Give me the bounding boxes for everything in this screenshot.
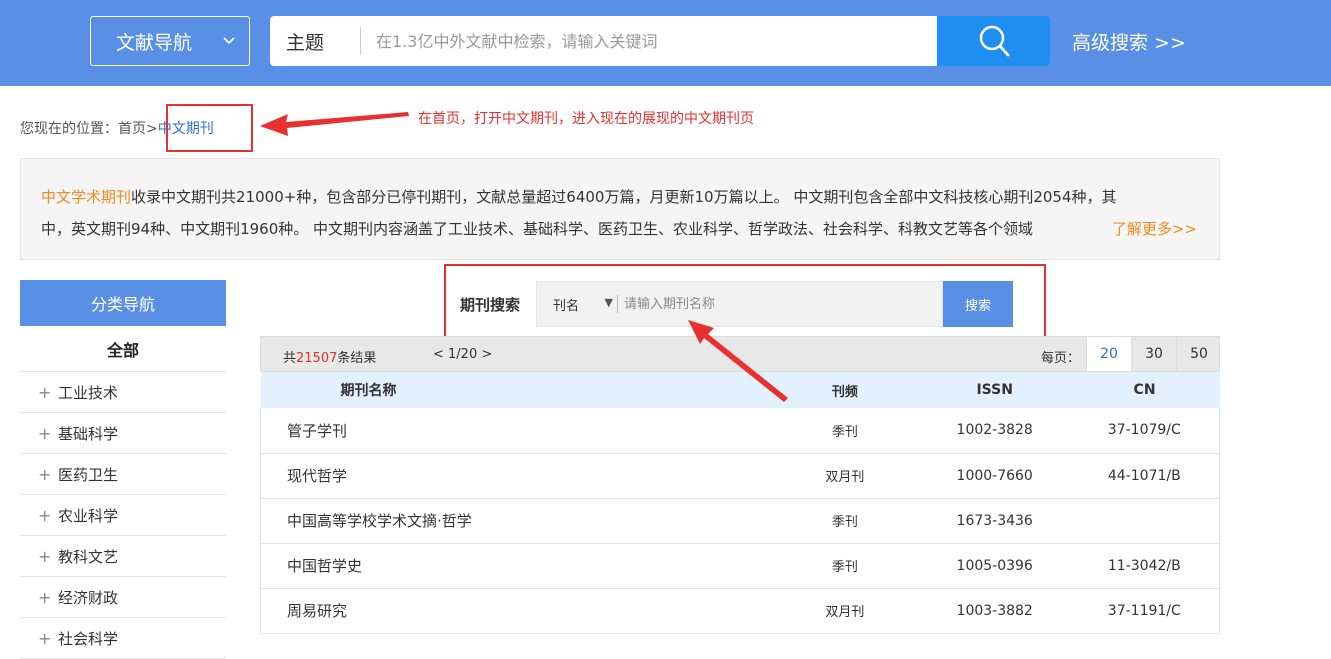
- table-row[interactable]: 周易研究 双月刊 1003-3882 37-1191/C: [260, 588, 1220, 634]
- intro-description-box: 中文学术期刊收录中文期刊共21000+种，包含部分已停刊期刊，文献总量超过640…: [20, 158, 1220, 260]
- result-count: 共21507条结果: [283, 347, 376, 366]
- journal-cn: 44-1071/B: [1069, 453, 1220, 499]
- sidebar-item-industrial-tech[interactable]: + 工业技术: [20, 372, 226, 413]
- expand-plus-icon: +: [38, 505, 52, 525]
- expand-plus-icon: +: [38, 382, 52, 402]
- annotation-arrow-breadcrumb: [260, 112, 409, 136]
- sidebar-item-all[interactable]: 全部: [20, 326, 226, 372]
- table-row[interactable]: 现代哲学 双月刊 1000-7660 44-1071/B: [260, 453, 1220, 499]
- top-header-bar: 文献导航 主题 高级搜索 >>: [0, 0, 1331, 86]
- sidebar-item-medicine[interactable]: + 医药卫生: [20, 454, 226, 495]
- column-header-issn[interactable]: ISSN: [919, 372, 1070, 408]
- table-row[interactable]: 中国高等学校学术文摘·哲学 季刊 1673-3436: [260, 498, 1220, 544]
- journal-table: 期刊名称 刊频 ISSN CN 管子学刊 季刊 1002-3828 37-107…: [260, 372, 1220, 634]
- page-size-20[interactable]: 20: [1086, 337, 1131, 371]
- expand-plus-icon: +: [38, 423, 52, 443]
- annotation-highlight-box-breadcrumb: [166, 104, 253, 152]
- category-sidebar: 分类导航 全部 + 工业技术 + 基础科学 + 医药卫生 + 农业科学 + 教科文艺 + 经…: [20, 280, 226, 659]
- sidebar-item-label: 农业科学: [58, 506, 119, 525]
- result-count-prefix: 共: [283, 351, 297, 366]
- search-icon: [979, 25, 1009, 57]
- sidebar-item-label: 经济财政: [58, 588, 119, 607]
- sidebar-item-label: 教科文艺: [58, 547, 119, 566]
- journal-frequency: 季刊: [769, 543, 920, 589]
- sidebar-item-basic-science[interactable]: + 基础科学: [20, 413, 226, 454]
- sidebar-item-education-arts[interactable]: + 教科文艺: [20, 536, 226, 577]
- table-row[interactable]: 管子学刊 季刊 1002-3828 37-1079/C: [260, 408, 1220, 454]
- table-row[interactable]: 中国哲学史 季刊 1005-0396 11-3042/B: [260, 543, 1220, 589]
- journal-frequency: 双月刊: [769, 588, 920, 634]
- intro-line-2: 中，英文期刊94种、中文期刊1960种。 中文期刊内容涵盖了工业技术、基础科学、…: [41, 220, 1034, 238]
- page-size-30[interactable]: 30: [1131, 337, 1176, 371]
- sidebar-item-label: 社会科学: [58, 629, 119, 648]
- main-search-button[interactable]: [937, 16, 1050, 66]
- journal-issn: 1005-0396: [919, 543, 1070, 589]
- journal-cn: 11-3042/B: [1069, 543, 1220, 589]
- journal-issn: 1003-3882: [919, 588, 1070, 634]
- advanced-search-link[interactable]: 高级搜索 >>: [1072, 28, 1186, 55]
- page-size-50[interactable]: 50: [1176, 337, 1221, 371]
- expand-plus-icon: +: [38, 546, 52, 566]
- literature-nav-label: 文献导航: [116, 31, 193, 54]
- journal-issn: 1002-3828: [919, 408, 1070, 454]
- breadcrumb-home-link[interactable]: 首页: [118, 121, 146, 137]
- annotation-arrow-search: [688, 320, 788, 402]
- intro-highlight: 中文学术期刊: [41, 188, 132, 206]
- literature-nav-dropdown[interactable]: 文献导航: [90, 16, 250, 66]
- annotation-text: 在首页，打开中文期刊，进入现在的展现的中文期刊页: [418, 111, 754, 127]
- column-header-frequency[interactable]: 刊频: [769, 372, 920, 408]
- expand-plus-icon: +: [38, 628, 52, 648]
- journal-cn: 37-1079/C: [1069, 408, 1220, 454]
- sidebar-title: 分类导航: [20, 280, 226, 326]
- result-count-number: 21507: [296, 351, 338, 366]
- journal-frequency: 季刊: [769, 498, 920, 544]
- sidebar-item-label: 医药卫生: [58, 465, 119, 484]
- journal-cn: 37-1191/C: [1069, 588, 1220, 634]
- journal-issn: 1000-7660: [919, 453, 1070, 499]
- per-page-label: 每页：: [1041, 351, 1081, 366]
- sidebar-item-economics[interactable]: + 经济财政: [20, 577, 226, 618]
- breadcrumb-separator: >: [146, 121, 158, 137]
- journal-name-link[interactable]: 管子学刊: [260, 408, 770, 454]
- sidebar-item-agriculture[interactable]: + 农业科学: [20, 495, 226, 536]
- expand-plus-icon: +: [38, 587, 52, 607]
- expand-plus-icon: +: [38, 464, 52, 484]
- pagination[interactable]: < 1/20 >: [433, 347, 492, 362]
- intro-line-1: 中文学术期刊收录中文期刊共21000+种，包含部分已停刊期刊，文献总量超过640…: [41, 181, 1199, 213]
- sidebar-item-label: 基础科学: [58, 424, 119, 443]
- intro-line-1-text: 收录中文期刊共21000+种，包含部分已停刊期刊，文献总量超过6400万篇，月更…: [131, 188, 1117, 206]
- journal-name-link[interactable]: 现代哲学: [260, 453, 770, 499]
- sidebar-item-social-science[interactable]: + 社会科学: [20, 618, 226, 659]
- result-count-suffix: 条结果: [337, 351, 377, 366]
- main-search-box: 主题: [270, 16, 938, 66]
- learn-more-link[interactable]: 了解更多>>: [1112, 213, 1197, 245]
- journal-frequency: 双月刊: [769, 453, 920, 499]
- journal-name-link[interactable]: 周易研究: [260, 588, 770, 634]
- main-search-input[interactable]: [361, 17, 938, 65]
- column-header-cn[interactable]: CN: [1069, 372, 1220, 408]
- breadcrumb-prefix: 您现在的位置：: [20, 121, 118, 137]
- search-type-selector[interactable]: 主题: [270, 28, 360, 55]
- sidebar-item-label: 工业技术: [58, 383, 119, 402]
- journal-frequency: 季刊: [769, 408, 920, 454]
- journal-cn: [1069, 498, 1220, 544]
- journal-name-link[interactable]: 中国高等学校学术文摘·哲学: [260, 498, 770, 544]
- chevron-down-icon: [223, 37, 235, 45]
- journal-name-link[interactable]: 中国哲学史: [260, 543, 770, 589]
- journal-issn: 1673-3436: [919, 498, 1070, 544]
